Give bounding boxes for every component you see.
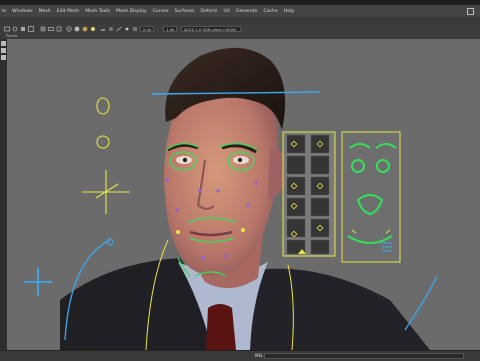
viewport-canvas (7, 39, 480, 350)
expression-picker-panel[interactable] (341, 131, 401, 263)
maya-window: le Windows Mesh Edit Mesh Mesh Tools Mes… (0, 0, 480, 361)
necktie (206, 304, 236, 350)
paint-tool-icon[interactable] (1, 55, 6, 60)
smooth-shade-icon[interactable] (74, 26, 80, 32)
menu-item-mesh-tools[interactable]: Mesh Tools (85, 9, 110, 14)
menu-item-le[interactable]: le (2, 9, 6, 14)
image-plane-icon[interactable] (28, 26, 34, 32)
select-tool-icon[interactable] (1, 41, 6, 46)
menu-item-uv[interactable]: UV (224, 9, 231, 14)
command-line: MEL (0, 350, 480, 361)
lock-camera-icon[interactable] (12, 26, 18, 32)
panels-menu[interactable]: Panels (6, 34, 17, 38)
main-menu-bar: le Windows Mesh Edit Mesh Mesh Tools Mes… (0, 5, 480, 17)
menu-item-deform[interactable]: Deform (200, 9, 217, 14)
status-line (0, 17, 480, 24)
lighting-icon[interactable] (90, 26, 96, 32)
wireframe-icon[interactable] (66, 26, 72, 32)
menu-item-mesh[interactable]: Mesh (39, 9, 51, 14)
color-space-field[interactable]: ACES 1.0 SDR-video (sRGB) (181, 26, 241, 32)
mel-label[interactable]: MEL (255, 353, 263, 358)
ambient-occlusion-icon[interactable] (108, 26, 114, 32)
xray-icon[interactable] (132, 26, 138, 32)
menu-item-generate[interactable]: Generate (236, 9, 257, 14)
3d-viewport[interactable] (7, 39, 480, 350)
menu-item-help[interactable]: Help (284, 9, 294, 14)
tool-box (0, 39, 7, 350)
grid-icon[interactable] (40, 26, 46, 32)
menu-item-cache[interactable]: Cache (263, 9, 277, 14)
antialiasing-icon[interactable] (116, 26, 122, 32)
menu-item-mesh-display[interactable]: Mesh Display (116, 9, 147, 14)
film-gate-icon[interactable] (48, 26, 54, 32)
menu-item-curves[interactable]: Curves (153, 9, 169, 14)
resolution-gate-icon[interactable] (56, 26, 62, 32)
workspace-icon[interactable] (467, 7, 474, 15)
select-camera-icon[interactable] (4, 26, 10, 32)
gamma-field[interactable]: 1.00 (163, 26, 177, 32)
eye-picker-panel[interactable] (282, 131, 336, 257)
isolate-select-icon[interactable] (124, 26, 130, 32)
exposure-field[interactable]: 0.00 (140, 26, 154, 32)
lasso-tool-icon[interactable] (1, 48, 6, 53)
textured-icon[interactable] (82, 26, 88, 32)
menu-item-surfaces[interactable]: Surfaces (175, 9, 195, 14)
command-input[interactable] (264, 353, 464, 359)
shadows-icon[interactable] (100, 26, 106, 32)
menu-item-windows[interactable]: Windows (12, 9, 33, 14)
menu-item-edit-mesh[interactable]: Edit Mesh (57, 9, 79, 14)
bookmark-icon[interactable] (20, 26, 26, 32)
